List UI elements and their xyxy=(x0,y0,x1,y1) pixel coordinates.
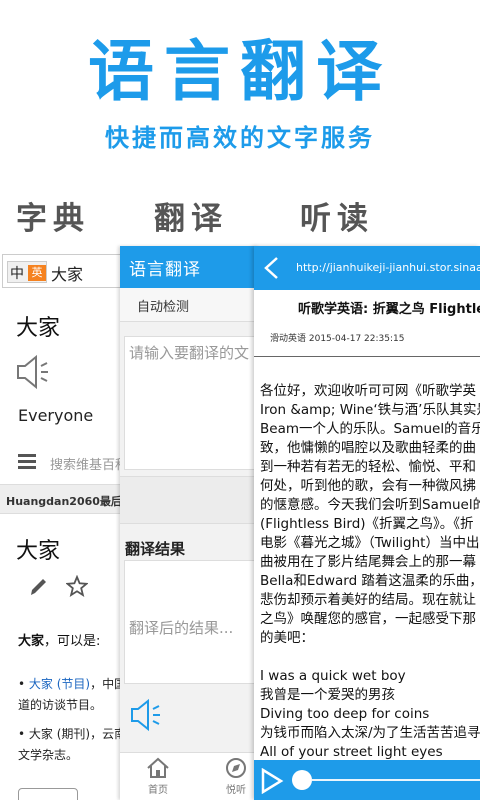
more-button[interactable] xyxy=(18,788,78,800)
headword: 大家 xyxy=(16,316,61,341)
item-text-cont: 道的访谈节目。 xyxy=(18,698,103,712)
promo-subtitle: 快捷而高效的文字服务 xyxy=(105,123,375,152)
feature-label-translate: 翻译 xyxy=(154,201,228,237)
feature-label-dictionary: 字典 xyxy=(16,201,90,237)
article-title: 听歌学英语: 折翼之鸟 Flightles xyxy=(298,302,480,317)
definition-rest: ，可以是: xyxy=(44,634,101,649)
article-line: 悲伤却预示着美好的结局。现在就让 xyxy=(260,592,476,608)
definition-term: 大家 xyxy=(18,634,45,649)
item-text-cont: 文学杂志。 xyxy=(18,748,79,762)
bullet: • xyxy=(18,727,26,741)
language-english-badge: 英 xyxy=(28,265,46,281)
dictionary-search-bar[interactable]: 中 英 大家 xyxy=(2,254,132,288)
tab-home-label: 首页 xyxy=(148,785,168,796)
divider xyxy=(254,356,480,357)
page-url: http://jianhuikeji-jianhui.stor.sinaapp. xyxy=(296,261,480,274)
dictionary-search-input[interactable]: 大家 xyxy=(51,261,83,285)
article-line: 到一种若有若无的轻松、愉悦、平和 xyxy=(260,459,476,475)
translate-action-strip[interactable] xyxy=(120,476,260,524)
language-detect-label: 自动检测 xyxy=(137,300,190,315)
article-line: 之鸟》唤醒您的感官，一起感受下那 xyxy=(260,611,476,627)
article-line: 曲被用在了影片结尾舞会上的那一幕 xyxy=(260,554,476,570)
item-link[interactable]: 大家 (节目) xyxy=(29,677,90,691)
lyric-line: 我曾是一个爱哭的男孩 xyxy=(260,687,395,703)
translate-title-bar: 语言翻译 xyxy=(120,246,260,288)
translate-screen: 语言翻译 自动检测 请输入要翻译的文 翻译结果 翻译后的结果... 首页 悦听 xyxy=(120,246,260,800)
source-placeholder: 请输入要翻译的文 xyxy=(129,344,250,362)
progress-track[interactable] xyxy=(312,779,480,781)
article-line: Beam一个人的乐队。Samuel的音乐l xyxy=(260,421,480,437)
article-line: (Flightless Bird)《折翼之鸟》。《折 xyxy=(260,516,474,532)
feature-label-listen: 听读 xyxy=(300,201,374,237)
translate-title: 语言翻译 xyxy=(129,260,201,280)
pencil-icon[interactable] xyxy=(28,576,48,598)
result-output: 翻译后的结果... xyxy=(124,560,260,684)
language-detect-select[interactable]: 自动检测 xyxy=(120,288,260,322)
article-line: 各位好，欢迎收听可可网《听歌学英 xyxy=(260,383,476,399)
language-chinese-label: 中 xyxy=(10,266,24,282)
article-screen: http://jianhuikeji-jianhui.stor.sinaapp.… xyxy=(254,246,480,800)
wiki-search-input[interactable]: 搜索维基百科 xyxy=(50,454,128,473)
tab-home[interactable]: 首页 xyxy=(138,757,178,796)
article-line: 致，他慵懒的唱腔以及歌曲轻柔的曲 xyxy=(260,440,476,456)
home-icon xyxy=(147,757,169,778)
language-toggle[interactable]: 中 英 xyxy=(7,261,47,283)
promo-title: 语言翻译 xyxy=(88,32,392,110)
article-line: Iron &amp; Wine‘铁与酒’乐队其实是S xyxy=(260,402,480,418)
article-line: Bella和Edward 踏着这温柔的乐曲，相 xyxy=(260,573,480,589)
list-item: • 大家 (节目)，中国 道的访谈节目。 xyxy=(18,674,126,716)
article-meta: 滑动英语 2015-04-17 22:35:15 xyxy=(270,334,405,344)
list-item: • 大家 (期刊)，云南 文学杂志。 xyxy=(18,724,126,766)
tab-listen[interactable]: 悦听 xyxy=(216,757,256,796)
speaker-icon[interactable] xyxy=(130,698,162,732)
audio-player xyxy=(254,760,480,800)
bullet: • xyxy=(18,677,26,691)
article-line: 的美吧： xyxy=(260,630,314,646)
article-line: 的惬意感。今天我们会听到Samuel的 xyxy=(260,497,480,513)
article-line: 电影《暮光之城》（Twilight）当中出 xyxy=(260,535,480,551)
item-text: 大家 (期刊)，云南 xyxy=(28,727,127,741)
entry-title: 大家 xyxy=(16,539,61,564)
dictionary-screen: 中 英 大家 大家 Everyone 搜索维基百科 Huangdan2060最后… xyxy=(0,248,135,800)
compass-icon xyxy=(226,758,246,778)
result-placeholder: 翻译后的结果... xyxy=(129,619,234,637)
progress-handle[interactable] xyxy=(292,770,312,790)
translation-text: Everyone xyxy=(18,406,94,425)
article-line: 何处，听到他的歌，会有一种微风拂 xyxy=(260,478,476,494)
lyric-line: Diving too deep for coins xyxy=(260,706,430,722)
bottom-tab-bar: 首页 悦听 xyxy=(120,752,260,800)
star-icon[interactable] xyxy=(66,575,88,597)
lyric-line: I was a quick wet boy xyxy=(260,668,406,684)
definition-intro: 大家，可以是: xyxy=(18,630,100,649)
menu-icon[interactable] xyxy=(18,453,36,469)
article-body: 各位好，欢迎收听可可网《听歌学英 Iron &amp; Wine‘铁与酒’乐队其… xyxy=(260,382,480,762)
browser-bar: http://jianhuikeji-jianhui.stor.sinaapp. xyxy=(254,246,480,290)
last-edit-banner[interactable]: Huangdan2060最后编辑 xyxy=(0,484,135,514)
article-line xyxy=(260,648,480,667)
back-arrow-icon[interactable] xyxy=(262,256,280,280)
tab-listen-label: 悦听 xyxy=(226,785,246,796)
play-icon[interactable] xyxy=(260,768,284,794)
lyric-line: 为钱币而陷入太深/为了生活苦苦追寻 xyxy=(260,725,480,741)
speaker-icon[interactable] xyxy=(16,354,50,390)
result-heading: 翻译结果 xyxy=(125,540,186,558)
source-text-input[interactable]: 请输入要翻译的文 xyxy=(124,336,260,470)
